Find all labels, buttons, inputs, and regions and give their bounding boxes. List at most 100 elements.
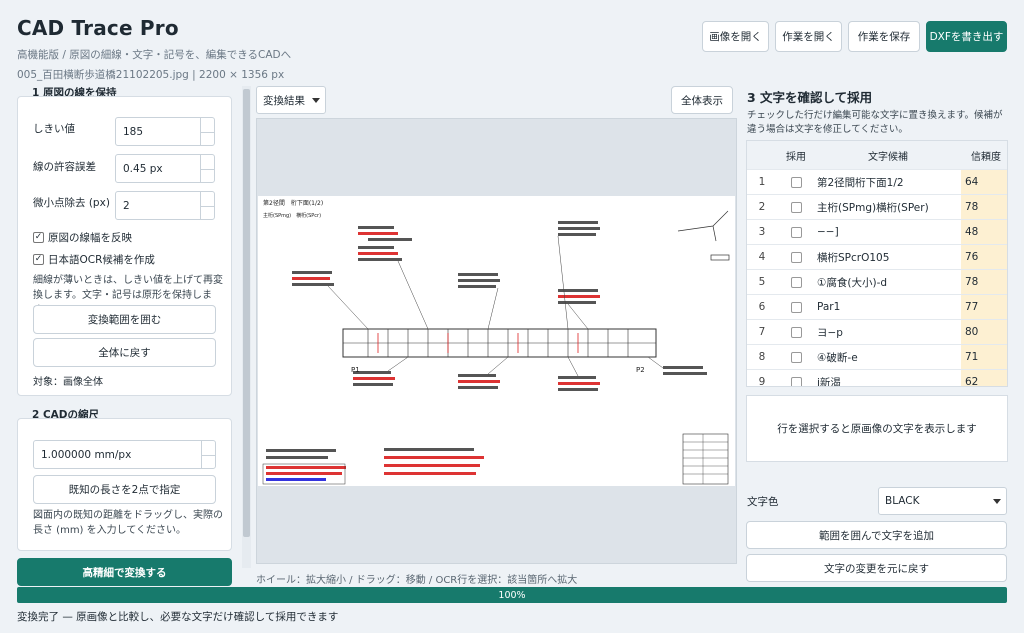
row-number: 7 [758, 326, 766, 338]
adopt-checkbox[interactable] [783, 345, 809, 369]
row-number: 9 [758, 376, 766, 387]
tolerance-value: 0.45 px [123, 162, 163, 175]
candidate-text[interactable]: 横桁SPcrO105 [817, 245, 963, 269]
confidence-value: 48 [961, 220, 1007, 244]
table-row[interactable]: 1 第2径間桁下面1/2 64 [747, 170, 1007, 195]
threshold-input[interactable]: 185 [115, 117, 215, 146]
confidence-value: 76 [961, 245, 1007, 269]
open-work-button[interactable]: 作業を開く [775, 21, 842, 52]
scale-input[interactable]: 1.000000 mm/px [33, 440, 216, 469]
table-row[interactable]: 8 ④破断-e 71 [747, 345, 1007, 370]
leader-lines [327, 235, 664, 377]
legend-box [682, 433, 729, 485]
open-image-button[interactable]: 画像を開く [702, 21, 769, 52]
checkmark-icon: ✓ [33, 232, 44, 243]
select-region-button[interactable]: 変換範囲を囲む [33, 305, 216, 334]
revert-text-button[interactable]: 文字の変更を元に戻す [746, 554, 1007, 582]
scale-stepper[interactable] [201, 441, 215, 468]
row-number: 8 [758, 351, 766, 363]
adopt-checkbox[interactable] [783, 320, 809, 344]
candidate-text[interactable]: 第2径間桁下面1/2 [817, 170, 963, 194]
view-mode-select[interactable]: 変換結果 [256, 86, 326, 114]
scale-value: 1.000000 mm/px [41, 448, 132, 461]
reset-all-button[interactable]: 全体に戻す [33, 338, 216, 367]
section2-panel: 1.000000 mm/px 既知の長さを2点で指定 図面内の既知の距離をドラッ… [17, 418, 232, 551]
chevron-down-icon [312, 98, 320, 103]
table-row[interactable]: 9 i新渴 62 [747, 370, 1007, 387]
text-color-select[interactable]: BLACK [878, 487, 1007, 515]
candidate-text[interactable]: ④破断-e [817, 345, 963, 369]
left-scrollbar-thumb[interactable] [243, 89, 250, 537]
text-header: 文字候補 [868, 151, 908, 163]
adopt-checkbox[interactable] [783, 170, 809, 194]
app-title: CAD Trace Pro [17, 16, 179, 40]
table-row[interactable]: 2 主桁(SPmg)横桁(SPer) 78 [747, 195, 1007, 220]
save-work-button[interactable]: 作業を保存 [848, 21, 920, 52]
export-dxf-button[interactable]: DXFを書き出す [926, 21, 1007, 52]
adopt-checkbox[interactable] [783, 245, 809, 269]
speck-input[interactable]: 2 [115, 191, 215, 220]
candidate-text[interactable]: −−] [817, 220, 963, 244]
candidate-text[interactable]: ヨ−p [817, 320, 963, 344]
drawing-canvas[interactable]: 第2径間 桁下面(1/2) 主桁(SPmg) 横桁(SPcr) P1 P2 [256, 118, 737, 564]
tolerance-label: 線の許容誤差 [33, 161, 96, 173]
candidate-text[interactable]: Par1 [817, 295, 963, 319]
drawing-sub-label: 主桁(SPmg) 横桁(SPcr) [263, 212, 321, 219]
adopt-checkbox[interactable] [783, 370, 809, 386]
table-row[interactable]: 6 Par1 77 [747, 295, 1007, 320]
status-text: 変換完了 — 原画像と比較し、必要な文字だけ確認して採用できます [17, 611, 339, 623]
adopt-checkbox[interactable] [783, 220, 809, 244]
target-text: 対象：画像全体 [33, 377, 103, 388]
row-number: 3 [758, 226, 766, 238]
invert-checkbox[interactable]: ✓ 原図の線幅を反映 [33, 230, 132, 245]
section3-title: 3 文字を確認して採用 [747, 90, 873, 105]
adopt-checkbox[interactable] [783, 270, 809, 294]
row-number: 6 [758, 301, 766, 313]
table-row[interactable]: 5 ①腐食(大小)-d 78 [747, 270, 1007, 295]
section1-panel: しきい値 185 線の許容誤差 0.45 px 微小点除去 (px) 2 ✓ 原図… [17, 96, 232, 396]
add-text-button[interactable]: 範囲を囲んで文字を追加 [746, 521, 1007, 549]
adopt-checkbox[interactable] [783, 195, 809, 219]
ocr-checkbox[interactable]: ✓ 日本語OCR候補を作成 [33, 252, 155, 267]
section2-note: 図面内の既知の距離をドラッグし、実際の長さ (mm) を入力してください。 [33, 510, 223, 536]
chevron-down-icon [993, 499, 1001, 504]
speck-label: 微小点除去 (px) [33, 197, 110, 209]
confidence-value: 64 [961, 170, 1007, 194]
tolerance-stepper[interactable] [200, 155, 214, 182]
table-row[interactable]: 3 −−] 48 [747, 220, 1007, 245]
tolerance-input[interactable]: 0.45 px [115, 154, 215, 183]
table-header: 採用 文字候補 信頼度 [747, 141, 1007, 170]
view-mode-value: 変換結果 [263, 94, 305, 107]
converted-drawing: 第2径間 桁下面(1/2) 主桁(SPmg) 横桁(SPcr) P1 P2 [258, 196, 735, 486]
confidence-value: 78 [961, 270, 1007, 294]
threshold-label: しきい値 [33, 123, 75, 135]
threshold-stepper[interactable] [200, 118, 214, 145]
adopt-checkbox[interactable] [783, 295, 809, 319]
candidate-text[interactable]: 主桁(SPmg)横桁(SPer) [817, 195, 963, 219]
left-scrollbar[interactable] [242, 86, 251, 568]
candidate-text[interactable]: i新渴 [817, 370, 963, 387]
convert-button[interactable]: 高精細で変換する [17, 558, 232, 586]
invert-label: 原図の線幅を反映 [48, 232, 132, 244]
candidate-text[interactable]: ①腐食(大小)-d [817, 270, 963, 294]
legend-rows [683, 434, 728, 484]
table-row[interactable]: 7 ヨ−p 80 [747, 320, 1007, 345]
bottom-notes [266, 448, 484, 481]
threshold-value: 185 [123, 125, 144, 138]
confidence-value: 78 [961, 195, 1007, 219]
speck-stepper[interactable] [200, 192, 214, 219]
two-point-button[interactable]: 既知の長さを2点で指定 [33, 475, 216, 504]
ocr-table: 採用 文字候補 信頼度 1 第2径間桁下面1/2 64 2 主桁(SPmg)横桁(SPe… [746, 140, 1008, 387]
viewer-hint: ホイール：拡大縮小 / ドラッグ：移動 / OCR行を選択：該当箇所へ拡大 [256, 575, 578, 586]
fit-view-button[interactable]: 全体表示 [671, 86, 733, 114]
top-right-detail [677, 210, 730, 261]
confidence-value: 62 [961, 370, 1007, 386]
row-number: 4 [758, 251, 766, 263]
adopt-header: 採用 [786, 151, 806, 163]
table-row[interactable]: 4 横桁SPcrO105 76 [747, 245, 1007, 270]
pier-p2-label: P2 [636, 366, 645, 374]
drawing-sheet-label: 第2径間 桁下面(1/2) [263, 199, 323, 207]
checkmark-icon: ✓ [33, 254, 44, 265]
speck-value: 2 [123, 199, 130, 212]
drawing-svg: 第2径間 桁下面(1/2) 主桁(SPmg) 横桁(SPcr) P1 P2 [262, 199, 730, 485]
